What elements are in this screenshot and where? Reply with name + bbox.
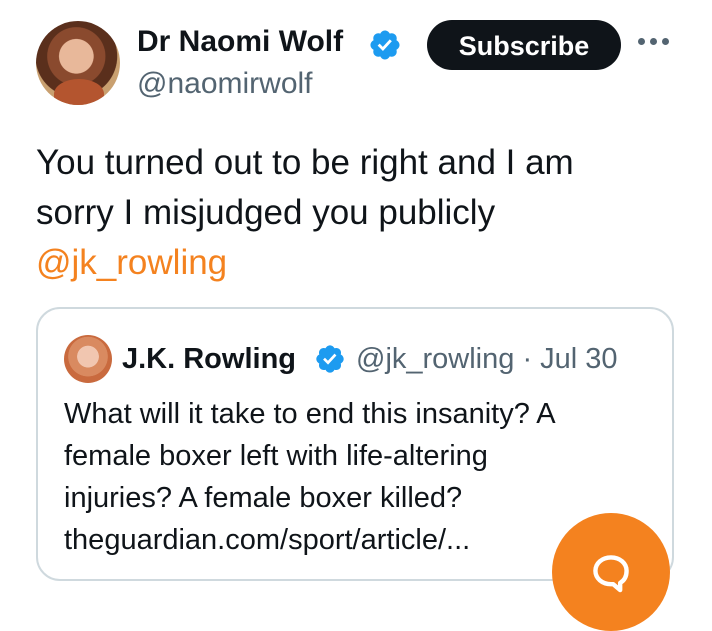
mention-link[interactable]: @jk_rowling: [36, 238, 676, 288]
author-avatar[interactable]: [36, 21, 120, 105]
more-options-icon[interactable]: [638, 38, 674, 48]
tweet-text-line: You turned out to be right and I am: [36, 143, 574, 182]
tweet-text: You turned out to be right and I am sorr…: [36, 138, 676, 288]
quoted-author-avatar[interactable]: [64, 335, 112, 383]
tweet-text-line: sorry I misjudged you publicly: [36, 193, 496, 232]
reply-chat-icon: [593, 555, 629, 593]
quoted-text-line: injuries? A female boxer killed?: [64, 482, 463, 514]
author-handle[interactable]: @naomirwolf: [137, 66, 313, 102]
more-dot: [650, 38, 657, 45]
quoted-handle-date: @jk_rowling · Jul 30: [356, 343, 618, 375]
verified-badge-icon: [316, 345, 344, 373]
quoted-text-line: female boxer left with life-altering: [64, 440, 488, 472]
subscribe-button[interactable]: Subscribe: [427, 20, 621, 70]
quoted-text-line: What will it take to end this insanity? …: [64, 398, 556, 430]
more-dot: [638, 38, 645, 45]
quoted-author-name[interactable]: J.K. Rowling: [122, 341, 296, 377]
verified-badge-icon: [370, 30, 400, 60]
reply-fab-button[interactable]: [552, 513, 670, 631]
more-dot: [662, 38, 669, 45]
author-name[interactable]: Dr Naomi Wolf: [137, 24, 343, 60]
